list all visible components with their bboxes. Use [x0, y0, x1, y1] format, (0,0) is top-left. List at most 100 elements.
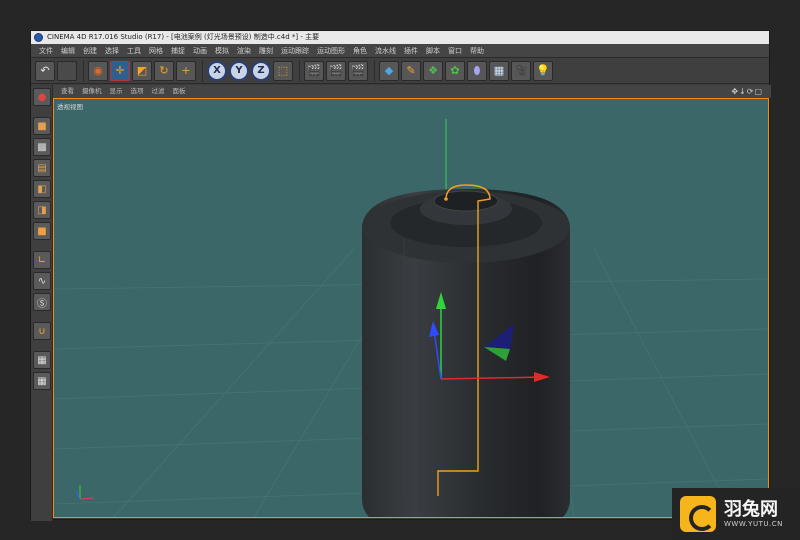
- cinema4d-window: CINEMA 4D R17.016 Studio (R17) - [电池案例 (…: [30, 30, 771, 521]
- viewport-menu-bar: 查看 摄像机 显示 选项 过滤 面板 ✥↓⟳▢: [53, 85, 771, 98]
- window-title: CINEMA 4D R17.016 Studio (R17) - [电池案例 (…: [47, 33, 320, 41]
- menu-sculpt[interactable]: 雕刻: [255, 44, 277, 57]
- render-picture-viewer-button[interactable]: 🎬: [326, 60, 346, 81]
- array-icon: ✿: [450, 64, 460, 77]
- light-button[interactable]: 💡: [533, 60, 553, 81]
- viewport-menu-display[interactable]: 显示: [106, 85, 127, 98]
- undo-button[interactable]: ↶: [35, 60, 55, 81]
- menu-motion-tracking[interactable]: 运动跟踪: [277, 44, 313, 57]
- viewport-menu-view[interactable]: 查看: [57, 85, 78, 98]
- coordinate-system-button[interactable]: ⬚: [273, 60, 293, 81]
- recent-tool-button[interactable]: +: [176, 60, 196, 81]
- menu-mesh[interactable]: 网格: [145, 44, 167, 57]
- viewport-menu-filter[interactable]: 过滤: [148, 85, 169, 98]
- world-axis-indicator: [75, 485, 95, 500]
- watermark-name: 羽兔网: [724, 499, 778, 520]
- yutu-watermark: 羽兔网 WWW.YUTU.CN: [672, 488, 800, 540]
- screen: CINEMA 4D R17.016 Studio (R17) - [电池案例 (…: [0, 0, 800, 540]
- cube-icon: ◆: [384, 64, 394, 77]
- clapper-gear-icon: 🎬: [351, 64, 365, 77]
- workplane-lock-button[interactable]: ▦: [33, 351, 51, 369]
- solo-mode-button[interactable]: Ⓢ: [33, 293, 51, 311]
- deformer-icon: ⬮: [473, 63, 481, 77]
- make-editable-button[interactable]: ●: [33, 88, 51, 106]
- bend-deformer-button[interactable]: ⬮: [467, 60, 487, 81]
- scale-tool-button[interactable]: ◩: [132, 60, 152, 81]
- menu-plugins[interactable]: 插件: [400, 44, 422, 57]
- coordinate-system-icon: ⬚: [277, 64, 289, 77]
- perspective-viewport[interactable]: 透视视图: [53, 98, 769, 518]
- z-axis-button[interactable]: Z: [251, 60, 271, 81]
- viewport-menu-panel[interactable]: 面板: [169, 85, 190, 98]
- axis-lock-group: X Y Z ⬚: [207, 59, 300, 82]
- redo-button[interactable]: [57, 60, 77, 81]
- menu-character[interactable]: 角色: [349, 44, 371, 57]
- pen-spline-button[interactable]: ✎: [401, 60, 421, 81]
- plus-icon: +: [181, 64, 191, 77]
- render-group: 🎬 🎬 🎬: [304, 59, 375, 82]
- menu-snap[interactable]: 捕捉: [167, 44, 189, 57]
- cube-button[interactable]: ◆: [379, 60, 399, 81]
- light-bulb-icon: 💡: [536, 64, 550, 77]
- texture-mode-button[interactable]: ▩: [33, 138, 51, 156]
- menu-render[interactable]: 渲染: [233, 44, 255, 57]
- cinema4d-logo-icon: [34, 33, 43, 42]
- viewport-menu-cameras[interactable]: 摄像机: [78, 85, 106, 98]
- render-view-button[interactable]: 🎬: [304, 60, 324, 81]
- title-bar: CINEMA 4D R17.016 Studio (R17) - [电池案例 (…: [31, 31, 769, 44]
- move-tool-button[interactable]: ✛: [110, 60, 130, 81]
- menu-tools[interactable]: 工具: [123, 44, 145, 57]
- transform-tools-group: ◉ ✛ ◩ ↻ +: [88, 59, 203, 82]
- tweak-mode-button[interactable]: ∿: [33, 272, 51, 290]
- model-mode-icon: ■: [37, 120, 47, 132]
- magnet-icon: ∪: [38, 325, 46, 337]
- y-axis-button[interactable]: Y: [229, 60, 249, 81]
- move-icon: ✛: [115, 64, 125, 77]
- tweak-mode-icon: ∿: [37, 275, 47, 287]
- menu-simulate[interactable]: 模拟: [211, 44, 233, 57]
- menu-pipeline[interactable]: 流水线: [371, 44, 400, 57]
- edges-mode-icon: ◨: [37, 204, 47, 216]
- undo-icon: ↶: [40, 64, 50, 77]
- menu-window[interactable]: 窗口: [444, 44, 466, 57]
- make-editable-icon: ●: [37, 91, 47, 103]
- axis-mode-icon: ∟: [37, 254, 47, 266]
- polygons-mode-button[interactable]: ■: [33, 222, 51, 240]
- axis-mode-button[interactable]: ∟: [33, 251, 51, 269]
- live-selection-button[interactable]: ◉: [88, 60, 108, 81]
- x-axis-button[interactable]: X: [207, 60, 227, 81]
- floor-icon: ▦: [493, 64, 505, 77]
- menu-select[interactable]: 选择: [101, 44, 123, 57]
- subdivision-button[interactable]: ❖: [423, 60, 443, 81]
- menu-edit[interactable]: 编辑: [57, 44, 79, 57]
- battery-model: [362, 189, 570, 517]
- workplane-snap-button[interactable]: ▦: [33, 372, 51, 390]
- menu-animate[interactable]: 动画: [189, 44, 211, 57]
- cursor-icon: ◉: [93, 64, 103, 77]
- polygons-mode-icon: ■: [37, 225, 47, 237]
- render-settings-button[interactable]: 🎬: [348, 60, 368, 81]
- workplane-mode-button[interactable]: ▤: [33, 159, 51, 177]
- floor-button[interactable]: ▦: [489, 60, 509, 81]
- viewport-navigation-controls[interactable]: ✥↓⟳▢: [727, 85, 767, 98]
- camera-button[interactable]: 🎥: [511, 60, 531, 81]
- menu-file[interactable]: 文件: [35, 44, 57, 57]
- menu-script[interactable]: 脚本: [422, 44, 444, 57]
- rotate-tool-button[interactable]: ↻: [154, 60, 174, 81]
- array-button[interactable]: ✿: [445, 60, 465, 81]
- main-toolbar: ↶ ◉ ✛ ◩ ↻ + X Y Z ⬚ 🎬 🎬 🎬 ◆ ✎ ❖ ✿ ⬮ ▦ 🎥 …: [31, 58, 769, 84]
- snap-button[interactable]: ∪: [33, 322, 51, 340]
- model-mode-button[interactable]: ■: [33, 117, 51, 135]
- menu-help[interactable]: 帮助: [466, 44, 488, 57]
- object-create-group: ◆ ✎ ❖ ✿ ⬮ ▦ 🎥 💡: [379, 60, 559, 82]
- menu-create[interactable]: 创建: [79, 44, 101, 57]
- subdivision-icon: ❖: [428, 64, 438, 77]
- menu-mograph[interactable]: 运动图形: [313, 44, 349, 57]
- edges-mode-button[interactable]: ◨: [33, 201, 51, 219]
- points-mode-button[interactable]: ◧: [33, 180, 51, 198]
- workplane-icon: ▤: [37, 162, 47, 174]
- scale-icon: ◩: [136, 64, 148, 77]
- clapper-icon: 🎬: [307, 64, 321, 77]
- watermark-url: WWW.YUTU.CN: [724, 520, 783, 528]
- viewport-menu-options[interactable]: 选项: [127, 85, 148, 98]
